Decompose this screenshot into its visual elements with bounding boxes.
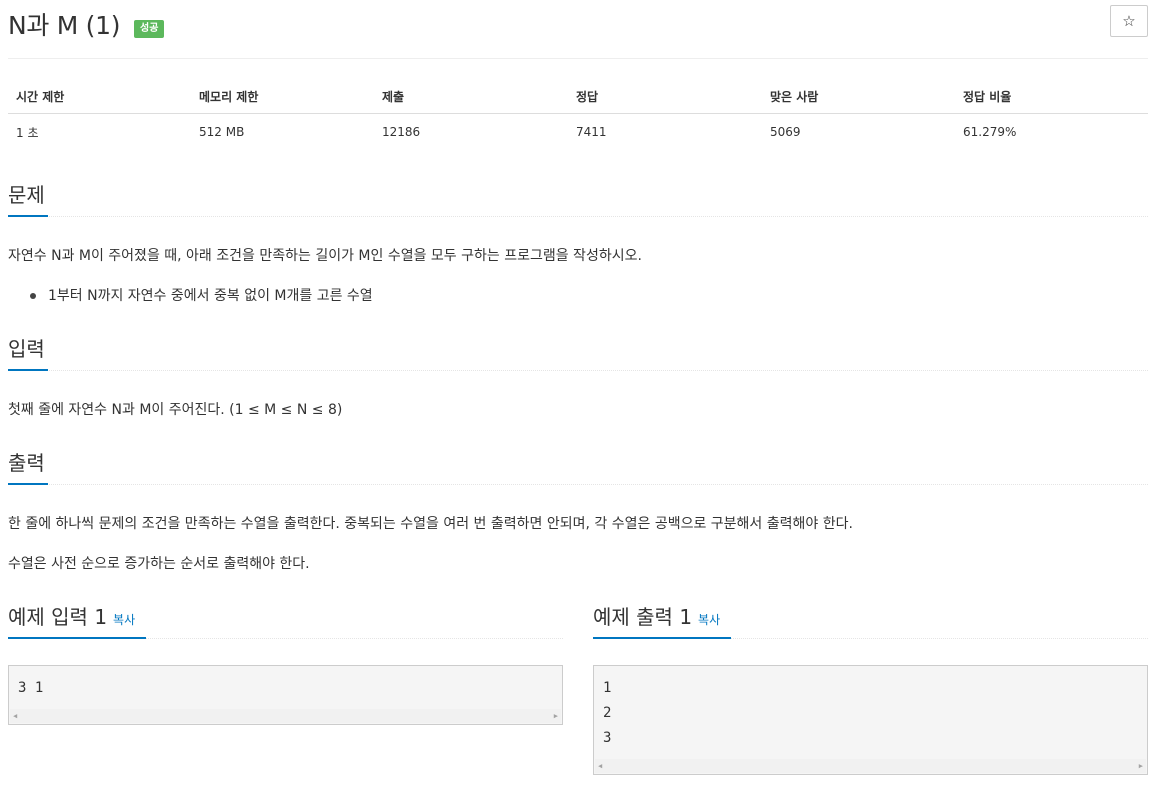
- condition-list: 1부터 N까지 자연수 중에서 중복 없이 M개를 고른 수열: [8, 285, 1148, 305]
- output-text-2: 수열은 사전 순으로 증가하는 순서로 출력해야 한다.: [8, 556, 310, 572]
- sample-input-box: 3 1 ◀ ▶: [8, 665, 563, 725]
- scroll-left-icon[interactable]: ◀: [598, 761, 602, 771]
- input-section: 입력 첫째 줄에 자연수 N과 M이 주어진다. (1 ≤ M ≤ N ≤ 8): [8, 335, 1148, 419]
- output-text-1: 한 줄에 하나씩 문제의 조건을 만족하는 수열을 출력한다. 중복되는 수열을…: [8, 516, 853, 532]
- problem-title: N과 M (1): [8, 11, 121, 40]
- section-heading: 입력: [8, 337, 45, 361]
- header-accept-ratio: 정답 비율: [955, 80, 1148, 114]
- horizontal-scrollbar[interactable]: ◀ ▶: [595, 759, 1146, 773]
- section-heading: 출력: [8, 451, 45, 475]
- output-headline: 출력: [8, 449, 1148, 485]
- header-time-limit: 시간 제한: [8, 80, 191, 114]
- sample-output-box: 1 2 3 ◀ ▶: [593, 665, 1148, 775]
- scroll-left-icon[interactable]: ◀: [13, 711, 17, 721]
- heading-underline: [593, 637, 731, 639]
- horizontal-scrollbar[interactable]: ◀ ▶: [10, 709, 561, 723]
- value-accept-ratio: 61.279%: [963, 125, 1017, 139]
- value-memory-limit: 512 MB: [199, 125, 245, 139]
- problem-info-table: 시간 제한 메모리 제한 제출 정답 맞은 사람 정답 비율 1 초 512 M…: [8, 80, 1148, 150]
- problem-description-section: 문제 자연수 N과 M이 주어졌을 때, 아래 조건을 만족하는 길이가 M인 …: [8, 181, 1148, 305]
- value-solved-users: 5069: [770, 125, 801, 139]
- value-accepted: 7411: [576, 125, 607, 139]
- input-headline: 입력: [8, 335, 1148, 371]
- sample-output-section: 예제 출력 1 복사: [593, 603, 1148, 639]
- header-solved-users: 맞은 사람: [762, 80, 955, 114]
- heading-underline: [8, 637, 146, 639]
- title-divider: [8, 58, 1148, 59]
- sample-output-headline: 예제 출력 1 복사: [593, 603, 1148, 639]
- section-heading: 예제 출력 1: [593, 605, 693, 629]
- problem-header: N과 M (1) 성공 ☆: [8, 4, 1148, 44]
- copy-sample-output-link[interactable]: 복사: [698, 613, 720, 627]
- info-header-row: 시간 제한 메모리 제한 제출 정답 맞은 사람 정답 비율: [8, 80, 1148, 114]
- section-heading: 문제: [8, 183, 45, 207]
- star-icon: ☆: [1122, 12, 1136, 30]
- status-badge: 성공: [134, 20, 165, 38]
- sample-input-headline: 예제 입력 1 복사: [8, 603, 563, 639]
- heading-underline: [8, 483, 48, 485]
- scroll-right-icon[interactable]: ▶: [554, 711, 558, 721]
- heading-underline: [8, 369, 48, 371]
- value-time-limit: 1 초: [16, 125, 39, 140]
- description-text: 자연수 N과 M이 주어졌을 때, 아래 조건을 만족하는 길이가 M인 수열을…: [8, 248, 642, 264]
- scroll-right-icon[interactable]: ▶: [1139, 761, 1143, 771]
- list-item: 1부터 N까지 자연수 중에서 중복 없이 M개를 고른 수열: [8, 285, 1148, 305]
- sample-input-content: 3 1: [18, 680, 44, 696]
- header-memory-limit: 메모리 제한: [191, 80, 374, 114]
- sample-output-content: 1 2 3: [603, 680, 612, 746]
- value-submissions: 12186: [382, 125, 421, 139]
- output-section: 출력 한 줄에 하나씩 문제의 조건을 만족하는 수열을 출력한다. 중복되는 …: [8, 449, 1148, 573]
- input-text: 첫째 줄에 자연수 N과 M이 주어진다. (1 ≤ M ≤ N ≤ 8): [8, 402, 343, 418]
- sample-input-section: 예제 입력 1 복사: [8, 603, 563, 639]
- star-button[interactable]: ☆: [1110, 5, 1148, 37]
- heading-underline: [8, 215, 48, 217]
- section-heading: 예제 입력 1: [8, 605, 108, 629]
- header-accepted: 정답: [568, 80, 762, 114]
- header-submissions: 제출: [374, 80, 568, 114]
- info-value-row: 1 초 512 MB 12186 7411 5069 61.279%: [8, 114, 1148, 151]
- copy-sample-input-link[interactable]: 복사: [113, 613, 135, 627]
- problem-description-headline: 문제: [8, 181, 1148, 217]
